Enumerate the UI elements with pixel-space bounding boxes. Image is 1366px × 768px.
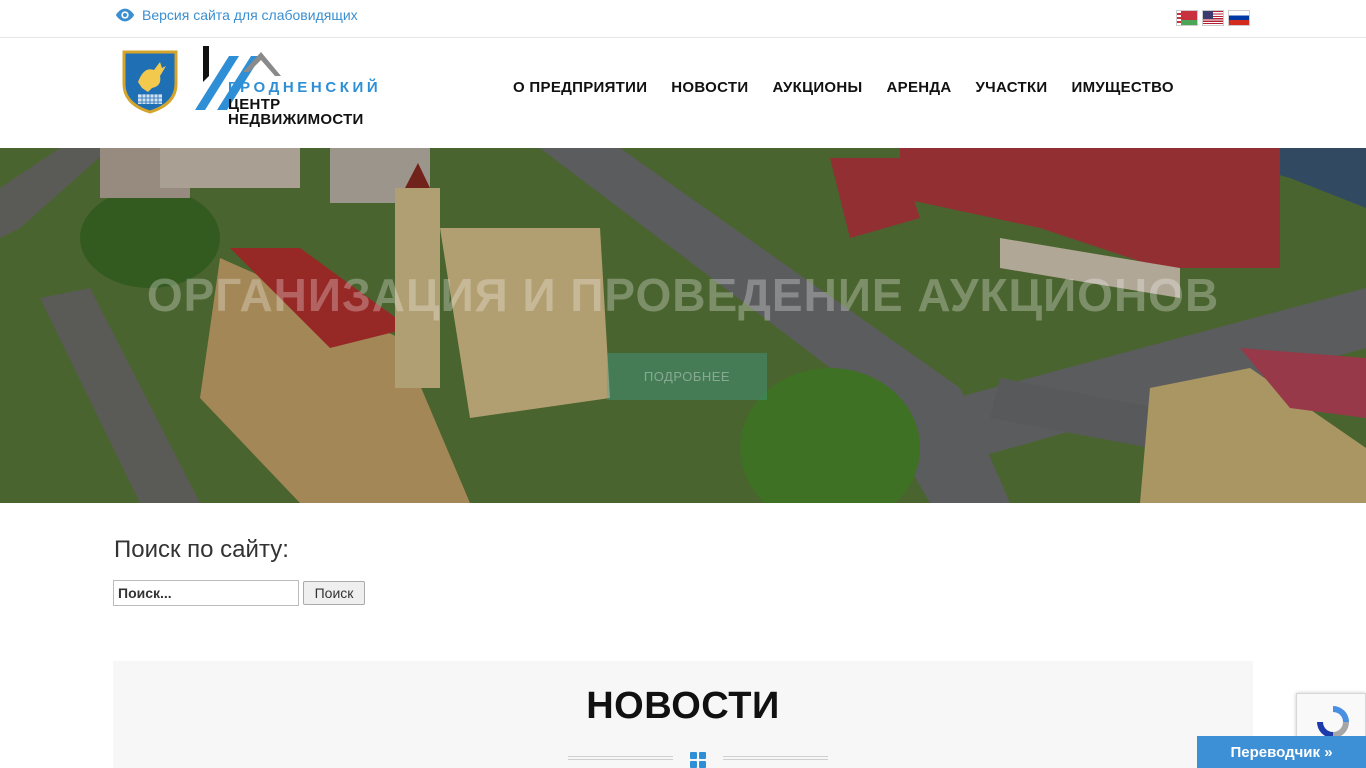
flag-usa[interactable]: [1202, 10, 1224, 26]
search-button[interactable]: Поиск: [303, 581, 365, 605]
logo-line2: ЦЕНТР НЕДВИЖИМОСТИ: [228, 96, 364, 128]
hero-title: ОРГАНИЗАЦИЯ И ПРОВЕДЕНИЕ АУКЦИОНОВ: [146, 269, 1220, 321]
accessibility-version-label: Версия сайта для слабовидящих: [142, 7, 358, 23]
grid-icon: [690, 752, 706, 768]
news-title: НОВОСТИ: [586, 685, 780, 727]
translator-button[interactable]: Переводчик »: [1197, 736, 1366, 768]
hero-banner: ОРГАНИЗАЦИЯ И ПРОВЕДЕНИЕ АУКЦИОНОВ ПОДРО…: [0, 148, 1366, 503]
news-section: НОВОСТИ: [113, 661, 1253, 768]
search-title: Поиск по сайту:: [114, 536, 289, 563]
hero-more-button[interactable]: ПОДРОБНЕЕ: [607, 353, 767, 400]
search-input[interactable]: [113, 580, 299, 606]
company-logo[interactable]: ГРОДНЕНСКИЙ ЦЕНТР НЕДВИЖИМОСТИ: [195, 46, 378, 127]
divider-line-left: [568, 756, 673, 762]
logo-line1: ГРОДНЕНСКИЙ: [228, 79, 382, 96]
eye-icon: [115, 8, 135, 22]
flag-russia[interactable]: [1228, 10, 1250, 26]
flag-belarus[interactable]: [1176, 10, 1198, 26]
accessibility-version-link[interactable]: Версия сайта для слабовидящих: [114, 7, 358, 23]
coat-of-arms-icon[interactable]: [120, 48, 180, 114]
divider-line-right: [723, 756, 828, 762]
nav-rent[interactable]: АРЕНДА: [887, 79, 952, 96]
main-nav: О ПРЕДПРИЯТИИ НОВОСТИ АУКЦИОНЫ АРЕНДА УЧ…: [513, 79, 1174, 96]
nav-about[interactable]: О ПРЕДПРИЯТИИ: [513, 79, 647, 96]
language-flags: [1176, 10, 1250, 26]
logo-text: ГРОДНЕНСКИЙ ЦЕНТР НЕДВИЖИМОСТИ: [228, 80, 381, 127]
nav-property[interactable]: ИМУЩЕСТВО: [1072, 79, 1174, 96]
site-header: ГРОДНЕНСКИЙ ЦЕНТР НЕДВИЖИМОСТИ О ПРЕДПРИ…: [0, 38, 1366, 148]
nav-news[interactable]: НОВОСТИ: [671, 79, 748, 96]
section-divider: [568, 752, 828, 768]
aerial-city-photo: [0, 148, 1366, 503]
nav-plots[interactable]: УЧАСТКИ: [976, 79, 1048, 96]
top-bar: Версия сайта для слабовидящих: [0, 0, 1366, 38]
nav-auctions[interactable]: АУКЦИОНЫ: [772, 79, 862, 96]
